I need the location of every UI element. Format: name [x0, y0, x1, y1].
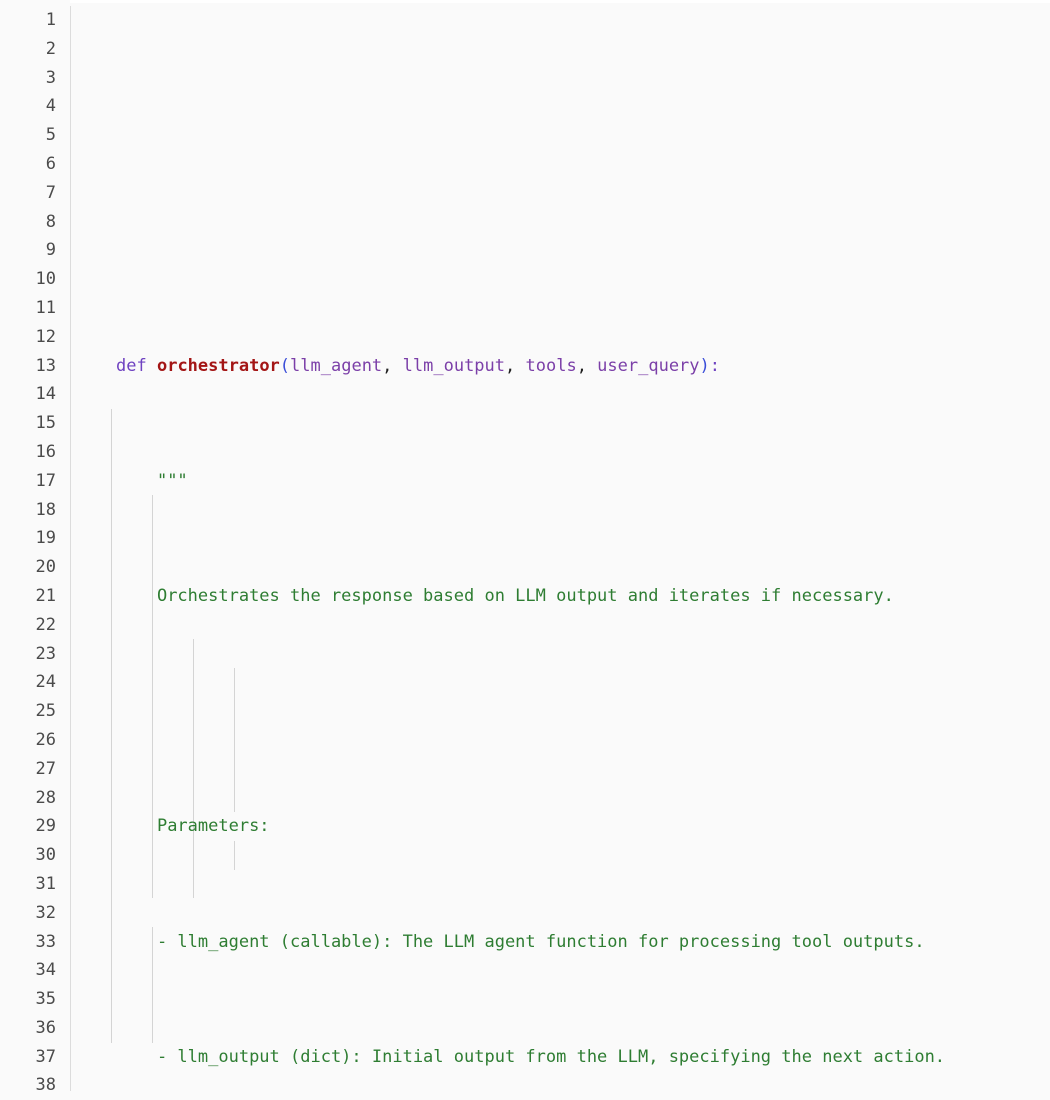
gutter-divider — [70, 6, 71, 1091]
token-paren-close: ) — [699, 355, 710, 376]
line-number: 10 — [35, 269, 56, 290]
line-number: 21 — [35, 585, 56, 606]
token-keyword-def: def — [116, 355, 147, 376]
line-number: 29 — [35, 816, 56, 837]
code-line[interactable]: """ — [116, 467, 1050, 496]
line-number: 35 — [35, 989, 56, 1010]
token-param: llm_output — [402, 355, 506, 376]
line-number: 9 — [45, 240, 56, 261]
line-number: 17 — [35, 470, 56, 491]
line-number: 22 — [35, 614, 56, 635]
line-number: 27 — [35, 758, 56, 779]
token-docstring-text: Parameters: — [156, 816, 270, 837]
line-number: 5 — [45, 125, 56, 146]
token-paren-open: ( — [279, 355, 291, 376]
code-line[interactable]: def orchestrator(llm_agent, llm_output, … — [116, 352, 1050, 381]
line-number: 3 — [45, 67, 56, 88]
line-number: 18 — [35, 499, 56, 520]
line-number: 11 — [35, 297, 56, 318]
token-docstring-text: - llm_output (dict): Initial output from… — [156, 1046, 946, 1067]
indent-guide — [234, 668, 235, 812]
code-editor[interactable]: 1 2 3 4 5 6 7 8 9 10 11 12 13 14 15 16 1… — [0, 0, 1050, 1095]
token-param: llm_agent — [290, 355, 383, 376]
indent-guide — [234, 841, 235, 870]
line-number: 23 — [35, 643, 56, 664]
line-number: 28 — [35, 787, 56, 808]
line-number: 7 — [45, 182, 56, 203]
line-number: 14 — [35, 384, 56, 405]
token-colon: : — [709, 355, 721, 376]
line-number: 30 — [35, 845, 56, 866]
line-number: 1 — [45, 10, 56, 30]
code-line[interactable]: - llm_agent (callable): The LLM agent fu… — [116, 928, 1050, 957]
code-line[interactable]: Orchestrates the response based on LLM o… — [116, 582, 1050, 611]
line-number: 20 — [35, 557, 56, 578]
line-number: 32 — [35, 902, 56, 923]
line-number: 26 — [35, 729, 56, 750]
line-number: 8 — [45, 211, 56, 232]
indent-guide — [193, 639, 194, 898]
line-number: 19 — [35, 528, 56, 549]
line-number: 38 — [35, 1075, 56, 1096]
line-number: 12 — [35, 326, 56, 347]
code-line[interactable] — [116, 697, 1050, 726]
line-number: 36 — [35, 1017, 56, 1038]
line-number: 15 — [35, 413, 56, 434]
token-param: tools — [525, 355, 577, 376]
line-number: 24 — [35, 672, 56, 693]
code-line[interactable]: Parameters: — [116, 812, 1050, 841]
line-number: 31 — [35, 873, 56, 894]
line-number: 25 — [35, 701, 56, 722]
token-comma: , — [505, 355, 526, 376]
line-number: 33 — [35, 931, 56, 952]
line-number: 2 — [45, 38, 56, 59]
token-comma: , — [576, 355, 598, 376]
line-number-gutter: 1 2 3 4 5 6 7 8 9 10 11 12 13 14 15 16 1… — [0, 6, 70, 1095]
token-function-name: orchestrator — [156, 355, 280, 376]
editor-top-edge — [70, 0, 1050, 3]
code-line[interactable]: - llm_output (dict): Initial output from… — [116, 1043, 1050, 1072]
token-comma: , — [382, 355, 403, 376]
line-number: 4 — [45, 96, 56, 117]
token-param: user_query — [597, 355, 700, 376]
token-docstring-quote: """ — [156, 470, 188, 491]
code-content[interactable]: def orchestrator(llm_agent, llm_output, … — [70, 6, 1050, 1091]
indent-guide — [111, 409, 112, 1043]
line-number: 16 — [35, 441, 56, 462]
line-number: 6 — [45, 153, 56, 174]
line-number: 13 — [35, 355, 56, 376]
token-docstring-text: - llm_agent (callable): The LLM agent fu… — [156, 931, 925, 952]
token-docstring-text: Orchestrates the response based on LLM o… — [156, 585, 894, 606]
line-number: 34 — [35, 960, 56, 981]
line-number: 37 — [35, 1046, 56, 1067]
